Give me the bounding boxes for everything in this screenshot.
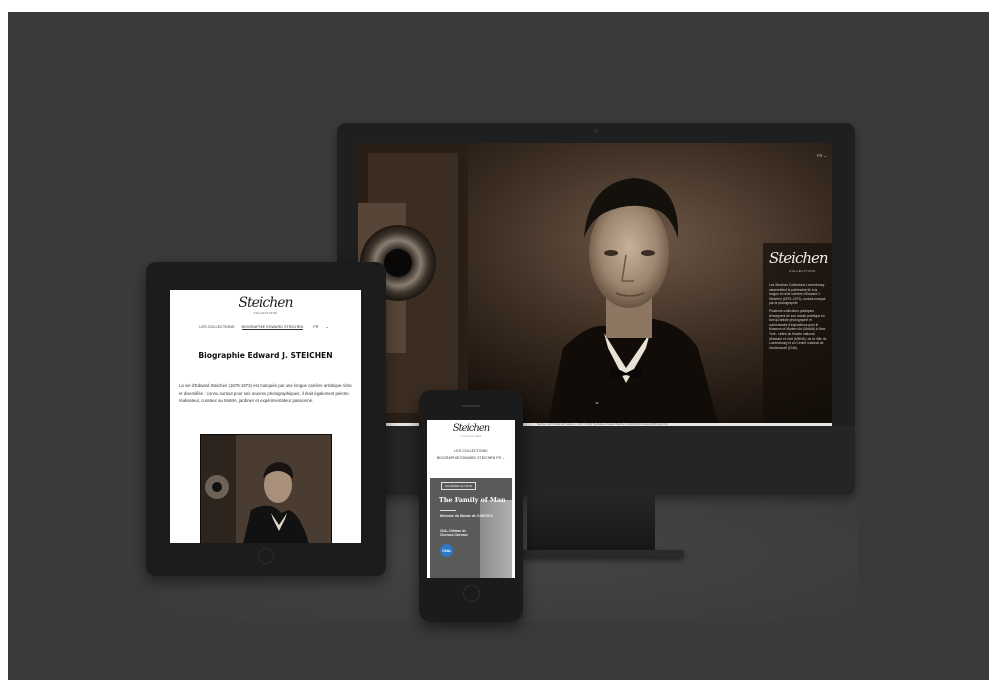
steichen-logo[interactable]: Steichen: [170, 295, 361, 311]
tablet-device: Steichen COLLECTIONS LES COLLECTIONS BIO…: [146, 262, 386, 576]
visit-site-button[interactable]: ACCÉDER AU SITE: [441, 482, 477, 490]
language-selector[interactable]: FR ⌄: [310, 325, 331, 329]
language-selector[interactable]: FR ⌄: [817, 153, 827, 158]
chevron-down-icon: ⌄: [823, 153, 827, 158]
phone-device: Steichen COLLECTIONS LES COLLECTIONS BIO…: [419, 390, 523, 622]
card-divider: [440, 510, 456, 511]
self-portrait-image: [201, 435, 331, 543]
desktop-monitor: Steichen COLLECTIONS Les Steichen Collec…: [337, 123, 855, 495]
language-label: FR: [313, 325, 319, 329]
logo-subtitle: COLLECTIONS: [253, 312, 278, 315]
castle-tower-image: [480, 500, 512, 578]
chevron-down-icon: ⌄: [502, 456, 506, 460]
tablet-screen: Steichen COLLECTIONS LES COLLECTIONS BIO…: [170, 290, 361, 543]
collection-card[interactable]: ACCÉDER AU SITE The Family of Man Mémoir…: [430, 478, 512, 578]
home-button[interactable]: [463, 585, 480, 602]
showcase-background: Steichen COLLECTIONS Les Steichen Collec…: [8, 12, 989, 680]
phone-screen: Steichen COLLECTIONS LES COLLECTIONS BIO…: [427, 420, 515, 578]
card-title: The Family of Man: [439, 496, 506, 504]
scroll-down-icon[interactable]: ⌄: [594, 398, 600, 406]
nav-item-biography[interactable]: BIOGRAPHIE EDWARD STEICHEN: [437, 456, 495, 460]
language-label: FR: [817, 153, 823, 158]
card-subtitle: Mémoire du Monde de l'UNESCO: [440, 514, 493, 518]
cna-logo-icon: CNA: [440, 544, 453, 557]
biography-photo: [200, 434, 332, 543]
home-button[interactable]: [258, 548, 274, 564]
steichen-logo[interactable]: Steichen: [427, 423, 515, 434]
camera-dot: [594, 129, 598, 133]
monitor-stand: [527, 495, 655, 555]
nav-item-biography[interactable]: BIOGRAPHIE EDWARD STEICHEN: [241, 325, 304, 330]
card-location: CNA, Château de Clervaux Clervaux: [440, 529, 468, 538]
language-selector[interactable]: FR ⌄: [496, 456, 505, 460]
intro-paragraph-1: Les Steichen Collections Luxembourg rass…: [769, 283, 826, 306]
language-label: FR: [496, 456, 502, 460]
intro-text: Les Steichen Collections Luxembourg rass…: [769, 283, 827, 353]
desktop-screen: Steichen COLLECTIONS Les Steichen Collec…: [358, 143, 832, 426]
nav-row-2: BIOGRAPHIE EDWARD STEICHEN FR ⌄: [427, 456, 515, 460]
nav-item-collections[interactable]: LES COLLECTIONS: [427, 449, 515, 453]
biography-text: La vie d'Edward Steichen (1879-1973) est…: [179, 383, 352, 404]
steichen-portrait-photo: [358, 143, 832, 423]
logo-subtitle: COLLECTIONS: [789, 269, 816, 273]
monitor-chin: [337, 426, 855, 495]
phone-speaker: [462, 405, 480, 407]
logo-subtitle: COLLECTIONS: [460, 436, 482, 438]
steichen-logo[interactable]: Steichen: [769, 249, 829, 267]
intro-paragraph-2: Plusieurs collections publiques témoigne…: [769, 308, 827, 350]
main-nav: LES COLLECTIONS BIOGRAPHIE EDWARD STEICH…: [170, 324, 361, 330]
nav-item-collections[interactable]: LES COLLECTIONS: [199, 325, 234, 329]
monitor-stand-base: [516, 550, 684, 557]
chevron-down-icon: ⌄: [325, 325, 329, 329]
page-title: Biographie Edward J. STEICHEN: [198, 351, 333, 360]
